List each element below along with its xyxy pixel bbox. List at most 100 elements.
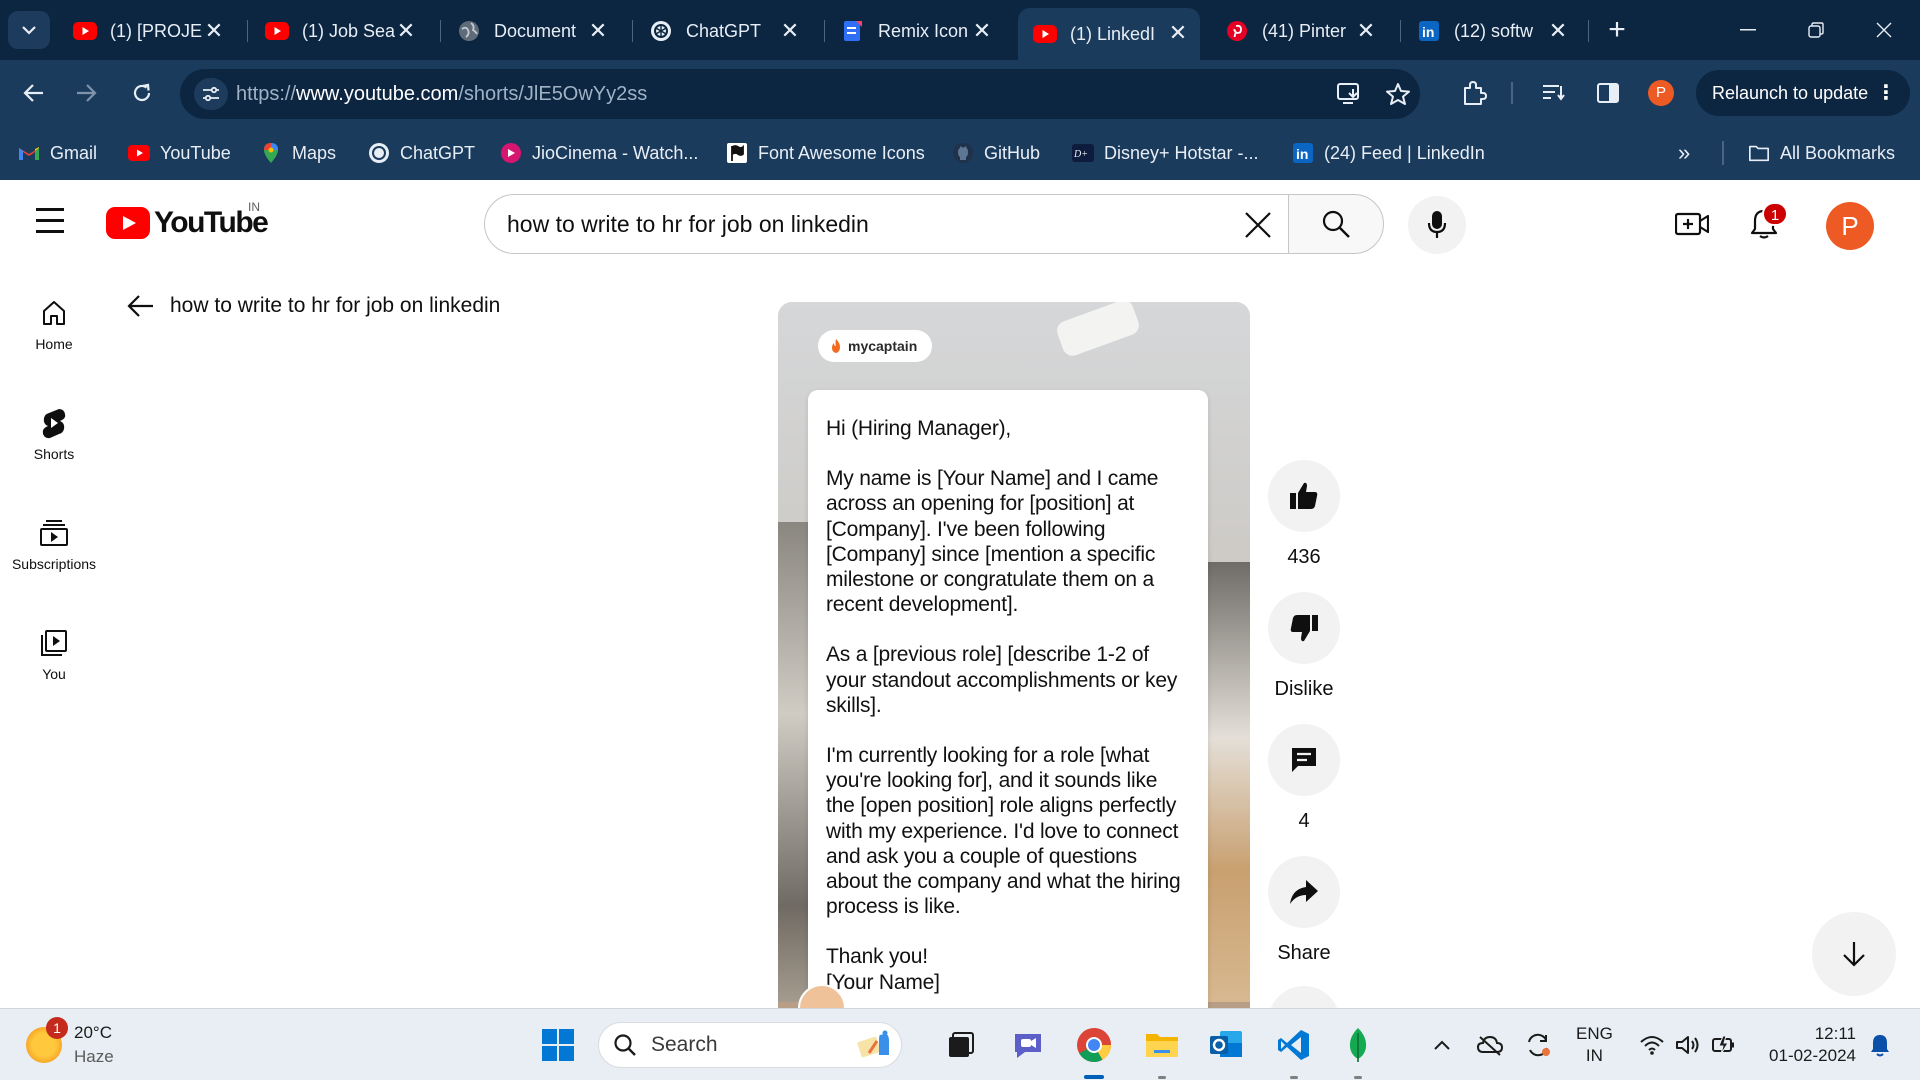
menu-button[interactable] xyxy=(36,208,70,238)
taskbar-app-outlook[interactable] xyxy=(1204,1023,1248,1067)
forward-button[interactable] xyxy=(68,75,104,111)
bookmark-item[interactable]: JioCinema - Watch... xyxy=(500,138,698,168)
reload-button[interactable] xyxy=(124,75,160,111)
arrow-right-icon xyxy=(77,84,97,102)
guide-item-you[interactable]: You xyxy=(0,608,108,698)
video-add-icon xyxy=(1675,212,1709,236)
bookmark-item[interactable]: Gmail xyxy=(18,138,97,168)
arrow-left-icon xyxy=(127,295,153,317)
bookmark-item[interactable]: D+ Disney+ Hotstar -... xyxy=(1072,138,1259,168)
tab-divider xyxy=(440,20,441,42)
dislike-button[interactable] xyxy=(1268,592,1340,664)
back-button[interactable] xyxy=(16,75,52,111)
clock-time: 12:11 xyxy=(1814,1024,1856,1043)
browser-tab[interactable]: Remix Icon ✕ xyxy=(826,10,1004,52)
share-button[interactable] xyxy=(1268,856,1340,928)
relaunch-to-update-button[interactable]: Relaunch to update ⋮ xyxy=(1696,70,1910,116)
bookmark-item[interactable]: GitHub xyxy=(952,138,1040,168)
taskbar-app-task-view[interactable] xyxy=(938,1023,982,1067)
bookmark-item[interactable]: Maps xyxy=(260,138,336,168)
more-button[interactable] xyxy=(1268,986,1340,1008)
close-icon[interactable]: ✕ xyxy=(1546,19,1570,43)
create-button[interactable] xyxy=(1672,204,1712,244)
windows-logo-icon xyxy=(542,1029,574,1061)
account-avatar[interactable]: P xyxy=(1826,202,1874,250)
close-icon[interactable]: ✕ xyxy=(1354,19,1378,43)
browser-tab-active[interactable]: (1) LinkedI ✕ xyxy=(1018,8,1200,60)
sync-tray-icon[interactable] xyxy=(1522,1029,1554,1061)
taskbar-search[interactable]: Search xyxy=(598,1022,902,1068)
weather-widget[interactable]: 1 20°C Haze xyxy=(26,1017,114,1069)
wifi-tray-icon[interactable] xyxy=(1636,1029,1668,1061)
brand-name: mycaptain xyxy=(848,338,918,354)
like-button[interactable] xyxy=(1268,460,1340,532)
subscribe-pill[interactable] xyxy=(1060,990,1180,1008)
site-info-button[interactable] xyxy=(194,78,228,110)
arrow-down-icon xyxy=(1843,942,1865,967)
close-icon[interactable]: ✕ xyxy=(970,19,994,43)
like-action: 436 xyxy=(1268,460,1340,569)
close-icon[interactable]: ✕ xyxy=(778,19,802,43)
side-panel-icon[interactable] xyxy=(1592,77,1624,109)
minimize-button[interactable] xyxy=(1726,12,1770,48)
clear-search-button[interactable] xyxy=(1242,209,1274,241)
taskbar-app-chrome[interactable] xyxy=(1072,1023,1116,1067)
browser-tab[interactable]: Document ✕ xyxy=(442,10,620,52)
url-prefix: https:// xyxy=(236,83,297,105)
onedrive-tray-icon[interactable] xyxy=(1474,1029,1506,1061)
guide-item-home[interactable]: Home xyxy=(0,278,108,368)
reading-list-icon[interactable] xyxy=(1538,77,1570,109)
all-bookmarks-button[interactable]: All Bookmarks xyxy=(1748,138,1895,168)
more-bookmarks-button[interactable]: » xyxy=(1678,138,1690,168)
outlook-icon xyxy=(1210,1031,1242,1057)
input-language-button[interactable]: ENG IN xyxy=(1576,1023,1613,1067)
close-window-button[interactable] xyxy=(1862,12,1906,48)
install-app-icon[interactable] xyxy=(1336,81,1364,107)
taskbar-app-vscode[interactable] xyxy=(1272,1023,1316,1067)
start-button[interactable] xyxy=(536,1023,580,1067)
next-video-button[interactable] xyxy=(1812,912,1896,996)
close-icon[interactable]: ✕ xyxy=(1166,21,1190,45)
browser-tab[interactable]: in (12) softw ✕ xyxy=(1402,10,1580,52)
weather-temperature: 20°C xyxy=(74,1023,112,1042)
youtube-icon xyxy=(1032,23,1058,45)
battery-tray-icon[interactable] xyxy=(1708,1029,1740,1061)
extensions-icon[interactable] xyxy=(1458,77,1490,109)
bookmark-item[interactable]: ChatGPT xyxy=(368,138,475,168)
close-icon[interactable]: ✕ xyxy=(202,19,226,43)
search-button[interactable] xyxy=(1288,194,1384,254)
voice-search-button[interactable] xyxy=(1408,196,1466,254)
bookmark-item[interactable]: in (24) Feed | LinkedIn xyxy=(1292,138,1485,168)
address-bar[interactable]: https://www.youtube.com/shorts/JlE5OwYy2… xyxy=(180,69,1420,119)
search-back-row[interactable]: how to write to hr for job on linkedin xyxy=(126,286,500,326)
taskbar-app-mongodb[interactable] xyxy=(1336,1023,1380,1067)
volume-tray-icon[interactable] xyxy=(1672,1029,1704,1061)
new-tab-button[interactable]: + xyxy=(1600,14,1634,48)
url-text[interactable]: https://www.youtube.com/shorts/JlE5OwYy2… xyxy=(236,83,647,106)
taskbar-app-teams[interactable] xyxy=(1006,1023,1050,1067)
browser-tab[interactable]: ChatGPT ✕ xyxy=(634,10,812,52)
system-clock[interactable]: 12:11 01-02-2024 xyxy=(1756,1023,1856,1067)
show-hidden-icons-button[interactable] xyxy=(1426,1029,1458,1061)
profile-avatar[interactable]: P xyxy=(1648,80,1674,106)
search-input[interactable] xyxy=(507,209,1207,239)
guide-item-subscriptions[interactable]: Subscriptions xyxy=(0,498,108,588)
mongodb-leaf-icon xyxy=(1349,1028,1367,1062)
tab-search-button[interactable] xyxy=(8,11,50,49)
close-icon[interactable]: ✕ xyxy=(586,19,610,43)
close-icon[interactable]: ✕ xyxy=(394,19,418,43)
cloud-offline-icon xyxy=(1476,1035,1504,1056)
comments-button[interactable] xyxy=(1268,724,1340,796)
bookmark-star-icon[interactable] xyxy=(1384,81,1412,107)
restore-button[interactable] xyxy=(1794,12,1838,48)
bookmark-item[interactable]: YouTube xyxy=(128,138,231,168)
guide-item-shorts[interactable]: Shorts xyxy=(0,388,108,478)
browser-tab[interactable]: (1) Job Sea ✕ xyxy=(250,10,428,52)
short-video-player[interactable]: mycaptain Hi (Hiring Manager), My name i… xyxy=(778,302,1250,1008)
youtube-logo[interactable]: YouTube IN xyxy=(106,200,269,240)
browser-tab[interactable]: (1) [PROJE ✕ xyxy=(58,10,236,52)
taskbar-app-file-explorer[interactable] xyxy=(1140,1023,1184,1067)
browser-tab[interactable]: (41) Pinter ✕ xyxy=(1210,10,1388,52)
bookmark-item[interactable]: Font Awesome Icons xyxy=(726,138,925,168)
notification-center-button[interactable] xyxy=(1864,1029,1896,1061)
